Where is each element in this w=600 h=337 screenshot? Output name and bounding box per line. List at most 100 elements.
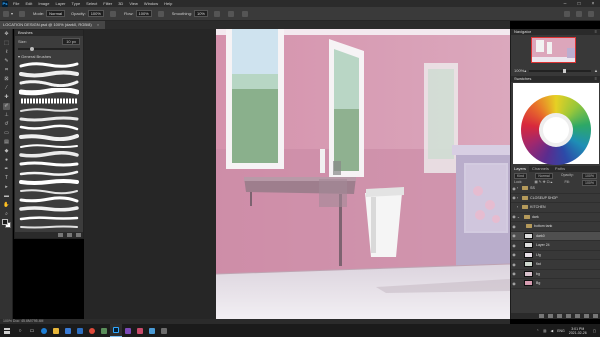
color-wheel-swatches[interactable]: [513, 83, 599, 165]
move-tool-icon[interactable]: ✥: [3, 31, 10, 38]
type-tool-icon[interactable]: T: [3, 175, 10, 182]
brush-preset[interactable]: [19, 204, 79, 213]
brush-preset[interactable]: [19, 222, 79, 231]
brush-settings-toggle[interactable]: [19, 10, 27, 17]
document-tab[interactable]: LOCATION DESIGN.psd @ 100% (dark0, RGB/8…: [0, 21, 106, 29]
menu-select[interactable]: Select: [86, 1, 97, 6]
foreground-color-swatch[interactable]: [2, 219, 8, 225]
layer-row[interactable]: ◉ Layer 24: [511, 241, 600, 251]
layer-kind-filter[interactable]: Kind: [514, 173, 528, 179]
new-group-icon[interactable]: [575, 314, 580, 318]
airbrush-toggle[interactable]: [157, 10, 166, 17]
brush-preset[interactable]: [19, 60, 79, 69]
layer-row[interactable]: ◉ bg: [511, 270, 600, 279]
dodge-tool-icon[interactable]: ●: [3, 157, 10, 164]
path-select-tool-icon[interactable]: ▸: [3, 184, 10, 191]
hand-tool-icon[interactable]: ✋: [3, 202, 10, 209]
app-icon[interactable]: [158, 324, 170, 337]
brush-preset[interactable]: [19, 150, 79, 159]
file-explorer-icon[interactable]: [50, 324, 62, 337]
layer-row[interactable]: ◉ Bg: [511, 279, 600, 289]
brush-preset[interactable]: [19, 105, 79, 114]
lasso-tool-icon[interactable]: ℓ: [3, 49, 10, 56]
workspace-icon[interactable]: [576, 10, 582, 17]
tray-chevron-icon[interactable]: ⌃: [536, 329, 539, 333]
opacity-field[interactable]: 100%: [87, 10, 104, 17]
symmetry-toggle[interactable]: [241, 10, 250, 17]
mode-control[interactable]: Mode: Normal: [33, 10, 66, 17]
mail-icon[interactable]: [74, 324, 86, 337]
eraser-tool-icon[interactable]: ▭: [3, 130, 10, 137]
search-icon[interactable]: ○: [14, 324, 26, 337]
zoom-tool-icon[interactable]: ⌕: [3, 211, 10, 218]
zoom-slider-knob[interactable]: [563, 68, 567, 73]
brush-size-slider[interactable]: [18, 47, 80, 51]
lock-icons[interactable]: ▦ ✎ ✥ ⊡ 🔒︎: [534, 180, 552, 186]
pressure-opacity-toggle[interactable]: [109, 10, 118, 17]
new-layer-icon[interactable]: [584, 314, 589, 318]
angle-control[interactable]: [227, 10, 236, 17]
brush-preset[interactable]: [19, 96, 79, 105]
layer-row-selected[interactable]: ◉ dark0: [511, 231, 600, 241]
brush-preset[interactable]: [19, 114, 79, 123]
app-icon[interactable]: [122, 324, 134, 337]
layer-row[interactable]: ◉ Lfg: [511, 251, 600, 260]
media-app-icon[interactable]: [98, 324, 110, 337]
healing-brush-tool-icon[interactable]: ✚: [3, 94, 10, 101]
store-icon[interactable]: [62, 324, 74, 337]
clone-stamp-tool-icon[interactable]: ⊥: [3, 112, 10, 119]
frame-tool-icon[interactable]: ⊠: [3, 76, 10, 83]
layer-row[interactable]: ◉ › CLOSEUP SHOP: [511, 194, 600, 203]
menu-window[interactable]: Window: [144, 1, 158, 6]
zoom-in-icon[interactable]: ▲: [594, 68, 598, 73]
network-icon[interactable]: ▥: [543, 329, 546, 333]
navigator-zoom-slider[interactable]: [529, 68, 592, 73]
folder-expand-icon[interactable]: ›: [517, 186, 518, 190]
adjustment-layer-icon[interactable]: [566, 314, 571, 318]
folder-expand-icon[interactable]: ⌄: [517, 215, 520, 219]
document-canvas[interactable]: [216, 29, 510, 319]
mode-select[interactable]: Normal: [46, 10, 66, 17]
volume-icon[interactable]: ◀: [550, 329, 553, 333]
visibility-eye-icon[interactable]: ◉: [511, 243, 517, 248]
maximize-icon[interactable]: □: [572, 1, 586, 7]
smoothing-control[interactable]: Smoothing: 10%: [172, 10, 208, 17]
brush-preset[interactable]: [19, 213, 79, 222]
brush-folder[interactable]: ▾ General Brushes: [15, 53, 83, 60]
brush-preset[interactable]: [19, 195, 79, 204]
brush-size-field[interactable]: 10 px: [62, 38, 80, 45]
menu-type[interactable]: Type: [72, 1, 81, 6]
menu-3d[interactable]: 3D: [118, 1, 123, 6]
layer-row[interactable]: ◉ ⌄ dark: [511, 213, 600, 222]
brush-preset[interactable]: [19, 141, 79, 150]
zoom-out-icon[interactable]: ▴: [524, 68, 526, 73]
smoothing-options[interactable]: [213, 10, 222, 17]
photoshop-taskbar-icon[interactable]: [110, 324, 122, 337]
layer-opacity-field[interactable]: 100%: [582, 173, 597, 179]
pen-tool-icon[interactable]: ✒: [3, 166, 10, 173]
close-tab-icon[interactable]: ×: [97, 22, 99, 27]
menu-filter[interactable]: Filter: [103, 1, 112, 6]
brush-preset[interactable]: [19, 87, 79, 96]
brush-preset[interactable]: [19, 177, 79, 186]
menu-file[interactable]: File: [13, 1, 19, 6]
quick-select-tool-icon[interactable]: ✎: [3, 58, 10, 65]
new-folder-icon[interactable]: [58, 233, 63, 237]
tab-channels[interactable]: Channels: [529, 166, 552, 172]
trash-icon[interactable]: [593, 314, 598, 318]
layer-row[interactable]: › KITCHEN: [511, 203, 600, 213]
menu-help[interactable]: Help: [164, 1, 172, 6]
brush-preset[interactable]: [19, 168, 79, 177]
brush-preset[interactable]: [19, 123, 79, 132]
language-indicator[interactable]: ENG: [557, 329, 565, 333]
navigator-zoom-value[interactable]: 100%: [514, 68, 524, 73]
blend-mode-select[interactable]: Normal: [535, 173, 553, 179]
eyedropper-tool-icon[interactable]: ⁄: [3, 85, 10, 92]
canvas-area[interactable]: [84, 29, 510, 319]
brush-preset[interactable]: [19, 78, 79, 87]
flow-field[interactable]: 100%: [135, 10, 152, 17]
marquee-tool-icon[interactable]: ⬚: [3, 40, 10, 47]
clock[interactable]: 3:01 PM 2021-02-26: [569, 327, 587, 335]
share-icon[interactable]: [588, 10, 594, 17]
visibility-eye-icon[interactable]: ◉: [511, 252, 517, 257]
